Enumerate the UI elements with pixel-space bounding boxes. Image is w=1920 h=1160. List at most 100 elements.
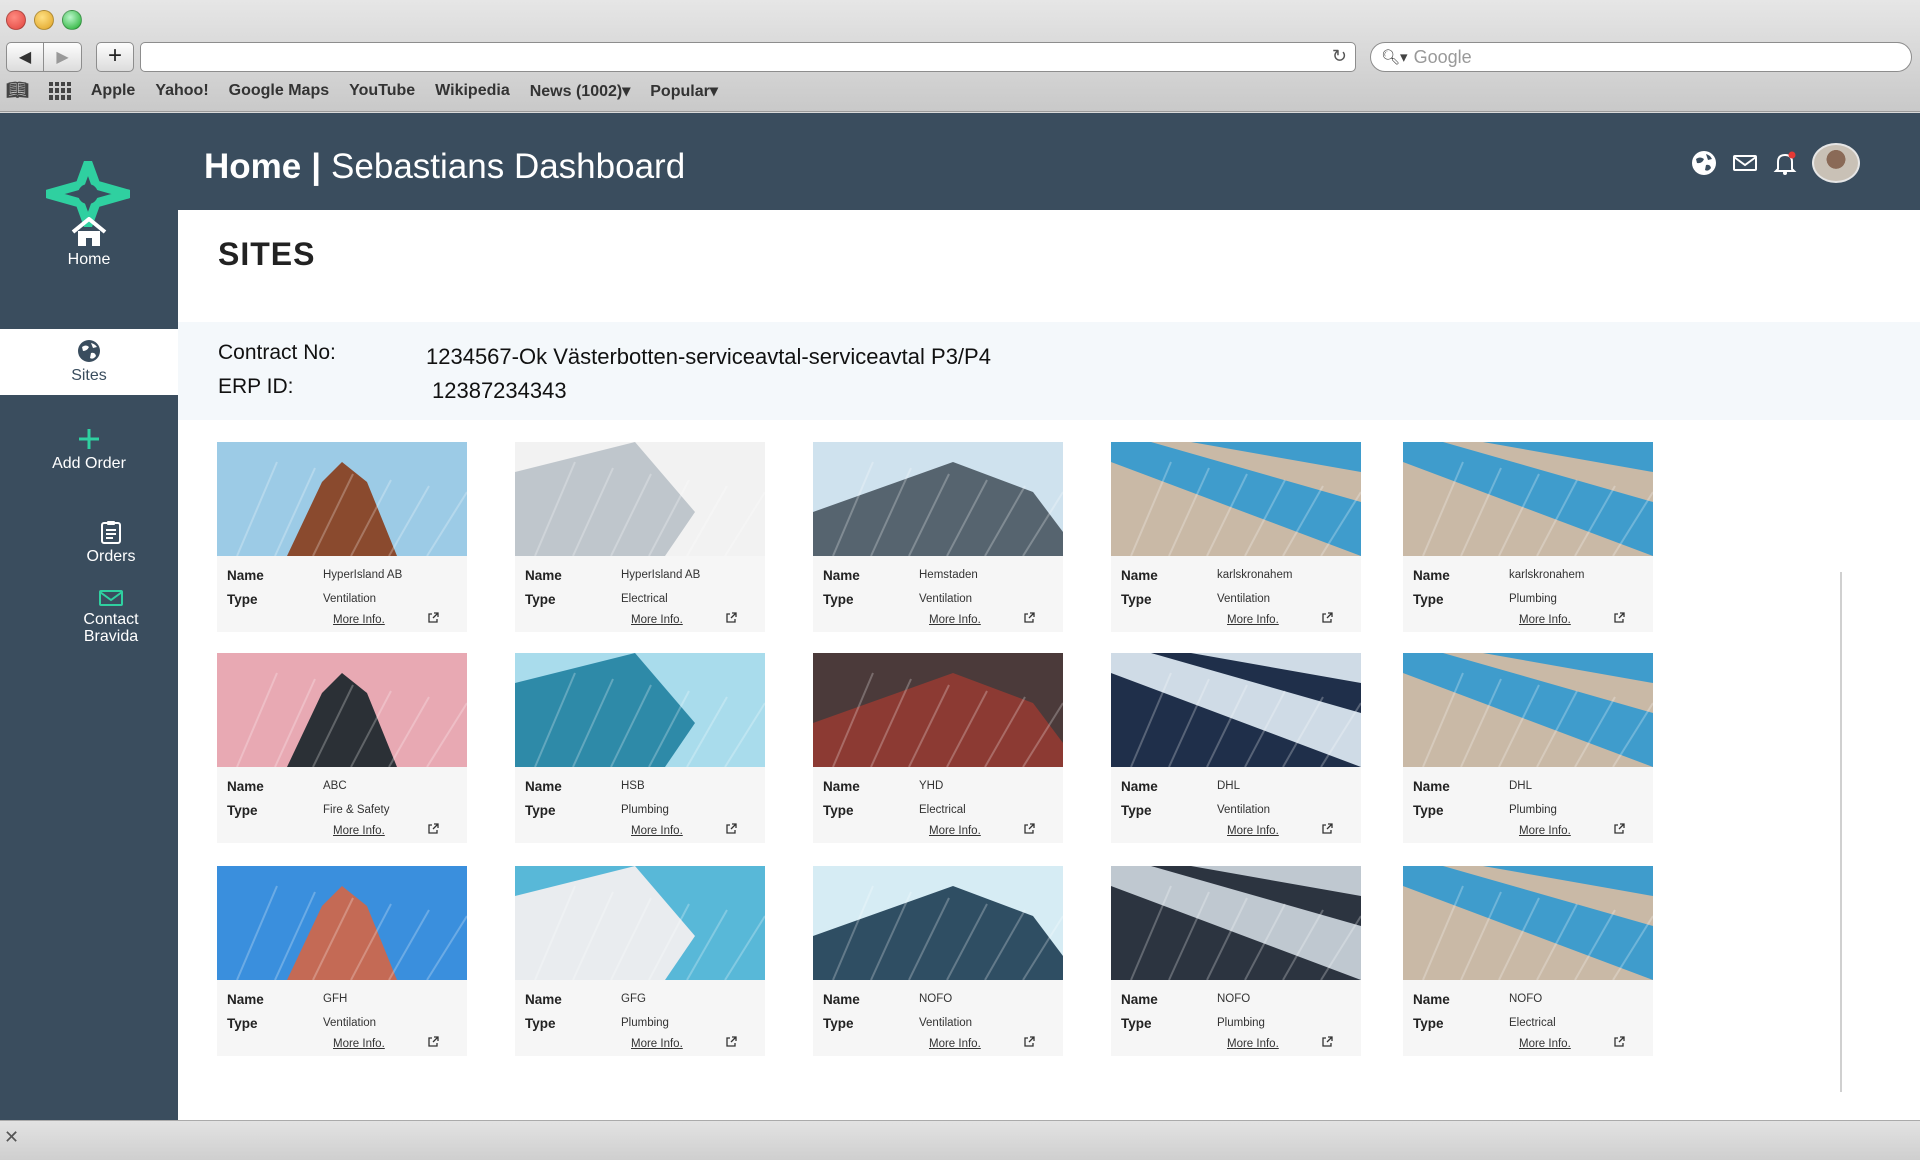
site-name-value: karlskronahem xyxy=(1509,569,1585,581)
site-type-value: Plumbing xyxy=(1217,1017,1265,1029)
name-label: Name xyxy=(823,568,860,583)
globe-icon[interactable] xyxy=(1690,150,1718,176)
site-card[interactable]: Name karlskronahem Type Plumbing More Info. xyxy=(1403,442,1654,632)
external-link-icon[interactable] xyxy=(725,612,737,624)
external-link-icon[interactable] xyxy=(427,1036,439,1048)
arrow-right-icon: ▶ xyxy=(56,49,69,66)
scrollbar-track[interactable] xyxy=(1840,572,1842,1092)
bookmark-popular[interactable]: Popular▾ xyxy=(650,81,718,101)
more-info-link[interactable]: More Info. xyxy=(1227,614,1279,626)
name-label: Name xyxy=(525,779,562,794)
site-photo xyxy=(217,866,468,981)
site-card[interactable]: Name NOFO Type Plumbing More Info. xyxy=(1111,866,1362,1056)
site-name-value: ABC xyxy=(323,780,347,792)
site-type-value: Electrical xyxy=(1509,1017,1556,1029)
more-info-link[interactable]: More Info. xyxy=(1227,825,1279,837)
sidebar-item-home[interactable]: Home xyxy=(0,217,178,273)
site-card[interactable]: Name DHL Type Plumbing More Info. xyxy=(1403,653,1654,843)
site-card[interactable]: Name DHL Type Ventilation More Info. xyxy=(1111,653,1362,843)
sidebar: Home Sites Add Order Orders Contact Brav… xyxy=(0,113,178,1120)
external-link-icon[interactable] xyxy=(1321,1036,1333,1048)
search-placeholder: Google xyxy=(1413,46,1472,67)
site-card[interactable]: Name HyperIsland AB Type Electrical More Inf… xyxy=(515,442,766,632)
external-link-icon[interactable] xyxy=(1321,612,1333,624)
external-link-icon[interactable] xyxy=(427,823,439,835)
bookmark-wikipedia[interactable]: Wikipedia xyxy=(435,82,510,100)
sidebar-item-label: Add Order xyxy=(52,455,126,472)
site-card[interactable]: Name YHD Type Electrical More Info. xyxy=(813,653,1064,843)
site-card[interactable]: Name karlskronahem Type Ventilation More Inf… xyxy=(1111,442,1362,632)
name-label: Name xyxy=(1121,779,1158,794)
more-info-link[interactable]: More Info. xyxy=(929,614,981,626)
forward-button[interactable]: ▶ xyxy=(44,42,82,72)
external-link-icon[interactable] xyxy=(1613,612,1625,624)
type-label: Type xyxy=(227,592,258,607)
site-name-value: GFG xyxy=(621,993,646,1005)
more-info-link[interactable]: More Info. xyxy=(929,1038,981,1050)
more-info-link[interactable]: More Info. xyxy=(631,1038,683,1050)
bookmark-news[interactable]: News (1002)▾ xyxy=(530,81,631,101)
external-link-icon[interactable] xyxy=(725,1036,737,1048)
more-info-link[interactable]: More Info. xyxy=(1227,1038,1279,1050)
address-bar[interactable]: ↻ xyxy=(140,42,1356,72)
top-sites-icon[interactable] xyxy=(48,81,71,100)
minimize-window-button[interactable] xyxy=(34,10,54,30)
close-icon[interactable]: ✕ xyxy=(4,1127,19,1148)
external-link-icon[interactable] xyxy=(1023,612,1035,624)
external-link-icon[interactable] xyxy=(725,823,737,835)
name-label: Name xyxy=(227,779,264,794)
notification-bell-icon[interactable] xyxy=(1772,150,1798,176)
plus-icon xyxy=(79,429,99,449)
site-photo xyxy=(1403,442,1654,557)
site-card[interactable]: Name ABC Type Fire & Safety More Info. xyxy=(217,653,468,843)
more-info-link[interactable]: More Info. xyxy=(631,825,683,837)
avatar[interactable] xyxy=(1812,143,1860,183)
site-card[interactable]: Name NOFO Type Electrical More Info. xyxy=(1403,866,1654,1056)
new-tab-button[interactable]: + xyxy=(96,42,134,72)
sidebar-item-add-order[interactable]: Add Order xyxy=(0,427,178,479)
site-card[interactable]: Name GFH Type Ventilation More Info. xyxy=(217,866,468,1056)
reading-list-icon[interactable]: 📖︎ xyxy=(6,80,29,101)
more-info-link[interactable]: More Info. xyxy=(1519,614,1571,626)
site-card[interactable]: Name NOFO Type Ventilation More Info. xyxy=(813,866,1064,1056)
more-info-link[interactable]: More Info. xyxy=(333,614,385,626)
site-type-value: Ventilation xyxy=(1217,804,1271,816)
site-photo xyxy=(515,866,766,981)
more-info-link[interactable]: More Info. xyxy=(333,825,385,837)
window-controls xyxy=(6,10,82,30)
more-info-link[interactable]: More Info. xyxy=(333,1038,385,1050)
reload-icon[interactable]: ↻ xyxy=(1332,46,1347,67)
site-card[interactable]: Name HyperIsland AB Type Ventilation More In… xyxy=(217,442,468,632)
zoom-window-button[interactable] xyxy=(62,10,82,30)
external-link-icon[interactable] xyxy=(427,612,439,624)
mail-icon[interactable] xyxy=(1732,153,1758,173)
bookmark-apple[interactable]: Apple xyxy=(91,82,135,100)
more-info-link[interactable]: More Info. xyxy=(1519,1038,1571,1050)
external-link-icon[interactable] xyxy=(1023,823,1035,835)
top-bar: Home | Sebastians Dashboard xyxy=(178,113,1920,210)
more-info-link[interactable]: More Info. xyxy=(1519,825,1571,837)
external-link-icon[interactable] xyxy=(1023,1036,1035,1048)
bookmark-youtube[interactable]: YouTube xyxy=(349,82,415,100)
breadcrumb-home[interactable]: Home xyxy=(204,147,301,187)
sidebar-item-contact[interactable]: Contact Bravida xyxy=(22,589,200,649)
external-link-icon[interactable] xyxy=(1613,1036,1625,1048)
close-window-button[interactable] xyxy=(6,10,26,30)
site-card[interactable]: Name HSB Type Plumbing More Info. xyxy=(515,653,766,843)
search-input[interactable]: 🔍︎▾ Google xyxy=(1370,42,1912,72)
main-content: SITES Contract No: 1234567-Ok Västerbott… xyxy=(178,210,1920,1120)
back-button[interactable]: ◀ xyxy=(6,42,44,72)
more-info-link[interactable]: More Info. xyxy=(929,825,981,837)
external-link-icon[interactable] xyxy=(1613,823,1625,835)
site-card[interactable]: Name Hemstaden Type Ventilation More Info. xyxy=(813,442,1064,632)
site-name-value: NOFO xyxy=(919,993,953,1005)
site-card[interactable]: Name GFG Type Plumbing More Info. xyxy=(515,866,766,1056)
bookmark-yahoo[interactable]: Yahoo! xyxy=(155,82,208,100)
site-name-value: HSB xyxy=(621,780,645,792)
erp-value: 12387234343 xyxy=(432,378,567,403)
bookmark-google-maps[interactable]: Google Maps xyxy=(229,82,329,100)
external-link-icon[interactable] xyxy=(1321,823,1333,835)
more-info-link[interactable]: More Info. xyxy=(631,614,683,626)
sidebar-item-orders[interactable]: Orders xyxy=(22,520,200,570)
sidebar-item-sites[interactable]: Sites xyxy=(0,329,178,395)
